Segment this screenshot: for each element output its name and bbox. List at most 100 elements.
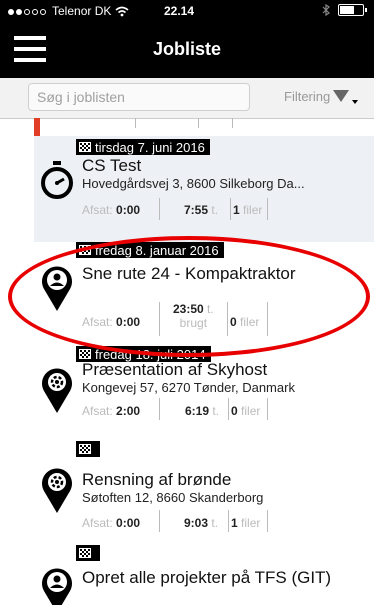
carrier-group: Telenor DK	[8, 4, 129, 18]
files-label: filer	[240, 315, 260, 329]
files-stat: 0 filer	[231, 404, 260, 418]
status-time: 22.14	[164, 4, 195, 18]
afsat-value: 2:00	[116, 404, 141, 418]
time-unit: t.	[211, 203, 219, 217]
afsat-label: Afsat:	[82, 315, 113, 329]
afsat-stat: Afsat: 0:00	[82, 203, 140, 217]
job-address: Hovedgårdsvej 3, 8600 Silkeborg Da...	[82, 176, 305, 191]
afsat-stat: Afsat: 0:00	[82, 516, 140, 530]
job-list: tirsdag 7. juni 2016 CS Test Hovedgårdsv…	[34, 118, 374, 605]
time-stat: 6:19 t.	[185, 404, 219, 418]
job-row[interactable]: fredag 18. juli 2014 Præsentation af Sky…	[34, 346, 374, 439]
afsat-label: Afsat:	[82, 516, 113, 530]
person-pin-icon	[42, 266, 72, 311]
time-unit: t.	[207, 302, 214, 316]
job-row[interactable]: Opret alle projekter på TFS (GIT)	[34, 542, 374, 605]
job-title: CS Test	[82, 156, 142, 175]
page-title: Jobliste	[152, 39, 222, 59]
job-row[interactable]: tirsdag 7. juni 2016 CS Test Hovedgårdsv…	[34, 136, 374, 243]
divider	[267, 302, 268, 336]
date-tag: tirsdag 7. juni 2016	[76, 139, 210, 155]
job-title: Sne rute 24 - Kompaktraktor	[82, 264, 296, 283]
job-date: tirsdag 7. juni 2016	[95, 139, 205, 155]
job-address: Søtoften 12, 8660 Skanderborg	[82, 490, 264, 505]
flag-icon	[79, 444, 91, 454]
gear-pin-icon	[42, 468, 72, 513]
files-label: filer	[241, 404, 261, 418]
battery-icon	[338, 4, 367, 16]
job-title: Præsentation af Skyhost	[82, 360, 268, 379]
files-stat: 1 filer	[233, 203, 262, 217]
status-right	[322, 4, 367, 16]
divider	[159, 510, 160, 532]
time-sub: brugt	[179, 316, 208, 330]
person-pin-icon	[42, 568, 72, 605]
carrier-name: Telenor DK	[52, 4, 112, 18]
divider	[267, 510, 268, 532]
files-count: 1	[233, 203, 240, 217]
job-row[interactable]: fredag 8. januar 2016 Sne rute 24 - Komp…	[34, 242, 374, 347]
status-bar: Telenor DK 22.14	[0, 0, 374, 22]
divider	[228, 510, 229, 532]
time-unit: t.	[212, 404, 220, 418]
search-input[interactable]	[28, 83, 250, 111]
funnel-icon	[333, 90, 350, 102]
afsat-value: 0:00	[116, 315, 141, 329]
time-value: 9:03	[184, 516, 209, 530]
divider	[227, 302, 228, 336]
caret-down-icon	[352, 100, 359, 104]
wifi-icon	[115, 6, 129, 16]
job-row[interactable]	[34, 118, 374, 137]
nav-bar: Jobliste	[0, 22, 374, 78]
afsat-label: Afsat:	[82, 404, 113, 418]
divider	[267, 398, 268, 420]
files-label: filer	[241, 516, 261, 530]
afsat-label: Afsat:	[82, 203, 113, 217]
afsat-stat: Afsat: 0:00	[82, 315, 140, 329]
job-title: Rensning af brønde	[82, 470, 232, 489]
job-row[interactable]: Rensning af brønde Søtoften 12, 8660 Ska…	[34, 438, 374, 543]
time-unit: t.	[211, 516, 219, 530]
flag-icon	[79, 245, 91, 255]
job-date: fredag 8. januar 2016	[95, 242, 219, 258]
files-label: filer	[243, 203, 263, 217]
flag-icon	[79, 142, 91, 152]
divider	[198, 118, 199, 128]
flag-icon	[79, 548, 91, 558]
divider	[159, 398, 160, 420]
date-tag	[76, 441, 100, 457]
afsat-stat: Afsat: 2:00	[82, 404, 140, 418]
divider	[230, 198, 231, 220]
files-stat: 0 filer	[230, 315, 259, 329]
time-stat: 9:03 t.	[184, 516, 218, 530]
gear-pin-icon	[42, 368, 72, 413]
afsat-value: 0:00	[116, 516, 141, 530]
signal-dots-icon	[8, 4, 48, 18]
time-value: 6:19	[185, 404, 210, 418]
stopwatch-icon	[41, 161, 73, 199]
divider	[159, 302, 160, 336]
bluetooth-icon	[322, 4, 330, 16]
time-value: 23:50	[173, 302, 204, 316]
divider	[159, 198, 160, 220]
date-tag	[76, 545, 100, 561]
files-count: 0	[231, 404, 238, 418]
date-tag: fredag 8. januar 2016	[76, 242, 224, 258]
flag-icon	[79, 349, 91, 359]
files-count: 0	[230, 315, 237, 329]
afsat-value: 0:00	[116, 203, 141, 217]
divider	[135, 118, 136, 128]
filter-label: Filtering	[284, 88, 331, 104]
job-title: Opret alle projekter på TFS (GIT)	[82, 568, 332, 587]
search-bar: Filtering	[0, 78, 374, 119]
time-stat: 7:55 t.	[184, 203, 218, 217]
time-value: 7:55	[184, 203, 209, 217]
files-count: 1	[231, 516, 238, 530]
divider	[232, 118, 233, 128]
divider	[228, 398, 229, 420]
filter-button[interactable]: Filtering	[284, 88, 359, 104]
time-stat: 23:50 t. brugt	[173, 302, 214, 330]
files-stat: 1 filer	[231, 516, 260, 530]
divider	[267, 198, 268, 220]
job-address: Kongevej 57, 6270 Tønder, Danmark	[82, 380, 295, 395]
